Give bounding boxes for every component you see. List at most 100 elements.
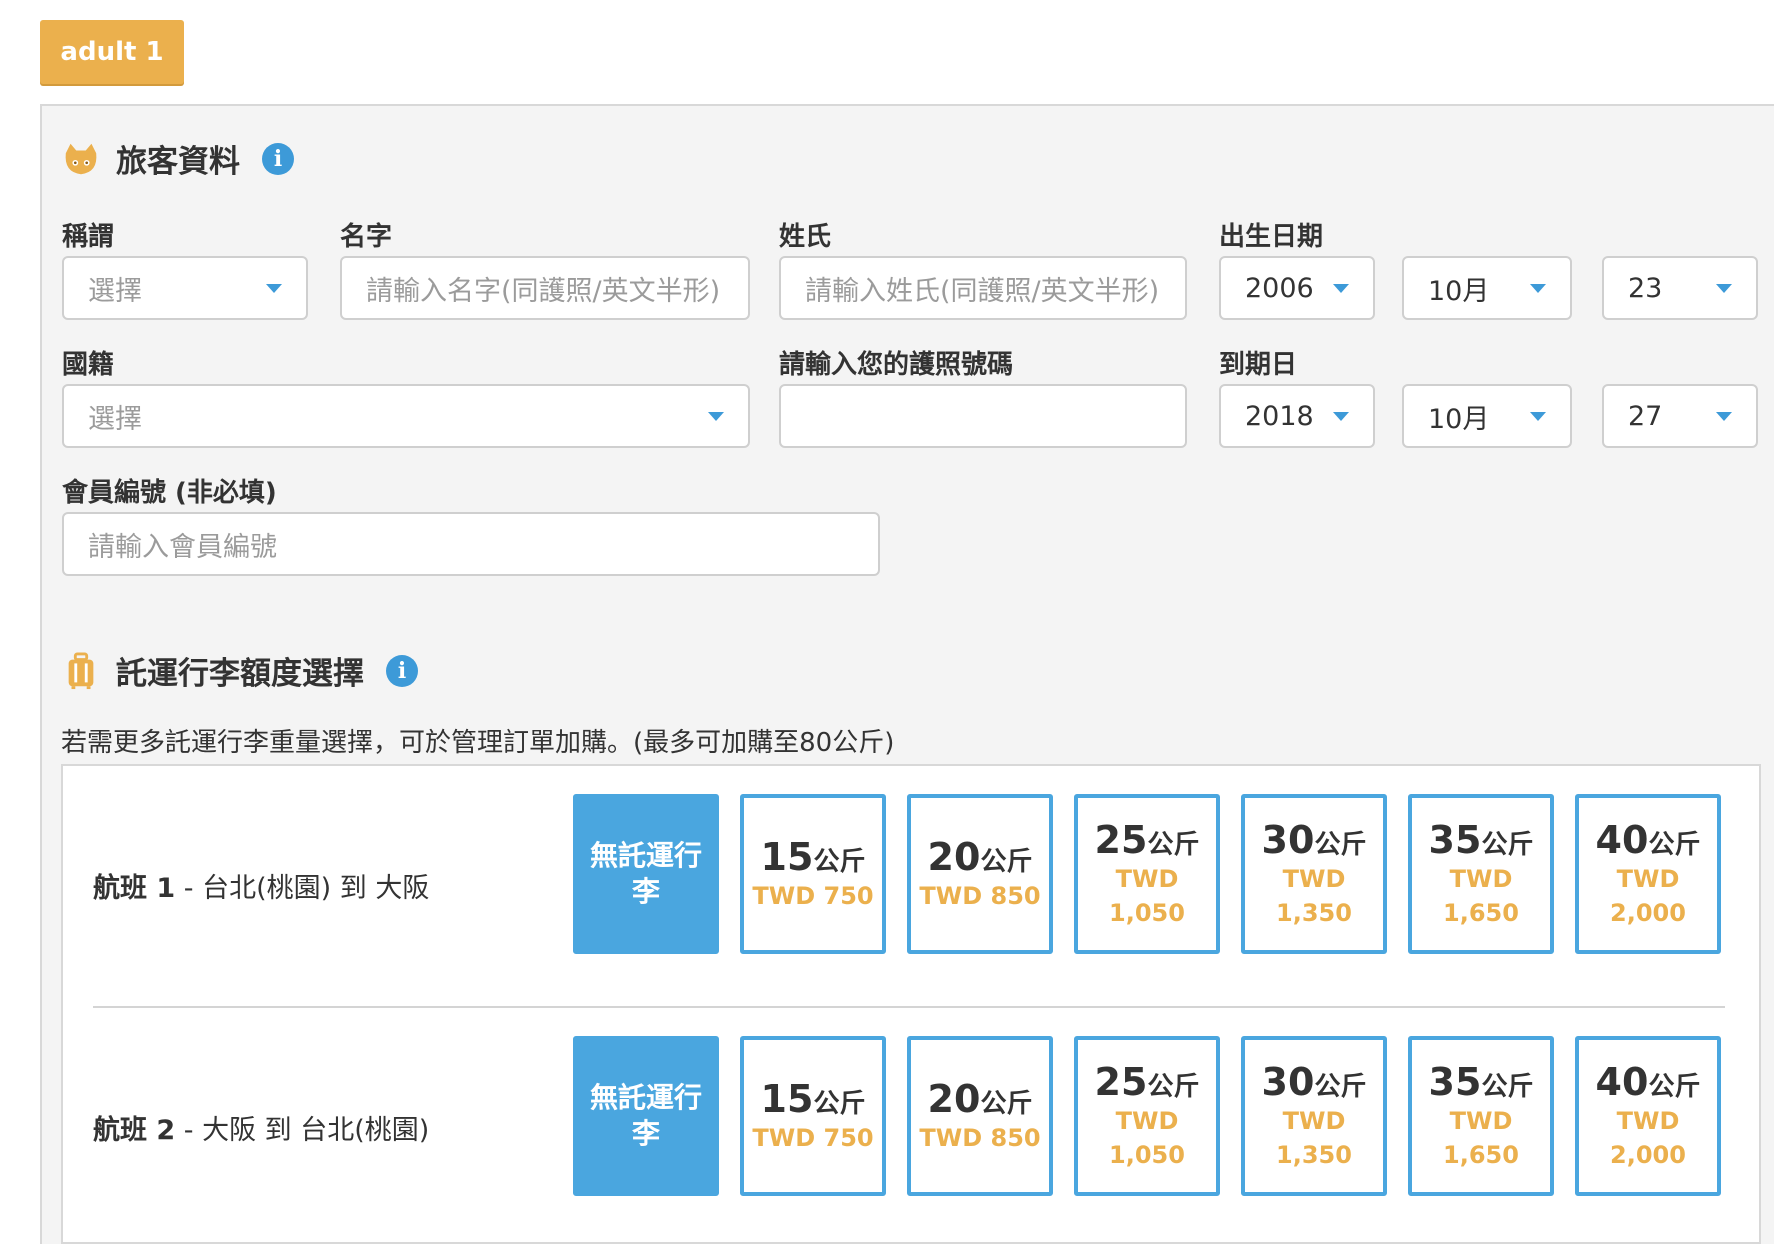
- baggage-weight-number: 25: [1094, 1060, 1148, 1104]
- baggage-weight-unit: 公斤: [1481, 830, 1534, 860]
- chevron-down-icon: [1716, 283, 1732, 293]
- baggage-option-30kg-flight-1[interactable]: 30公斤 TWD 1,350: [1241, 794, 1387, 954]
- member-number-input[interactable]: 請輸入會員編號: [62, 512, 880, 576]
- baggage-option-25kg-flight-1[interactable]: 25公斤 TWD 1,050: [1074, 794, 1220, 954]
- baggage-option-40kg-flight-2[interactable]: 40公斤 TWD 2,000: [1575, 1036, 1721, 1196]
- baggage-option-15kg-flight-1[interactable]: 15公斤 TWD 750: [740, 794, 886, 954]
- title-label: 稱謂: [62, 222, 115, 252]
- baggage-price: TWD: [1115, 865, 1179, 893]
- chevron-down-icon: [1530, 283, 1546, 293]
- passenger-info-heading: 旅客資料 i: [62, 136, 294, 181]
- baggage-price-amount: 1,050: [1109, 1141, 1185, 1169]
- baggage-weight: 35公斤: [1429, 1060, 1534, 1104]
- expiry-year-select[interactable]: 2018: [1219, 384, 1375, 448]
- baggage-price: TWD 750: [752, 882, 874, 910]
- baggage-price-amount: 1,650: [1443, 899, 1519, 927]
- title-select[interactable]: 選擇: [62, 256, 308, 320]
- baggage-weight-unit: 公斤: [980, 847, 1033, 877]
- passenger-tab-adult-1[interactable]: adult 1: [40, 20, 184, 84]
- baggage-options-box: 航班 1 - 台北(桃園) 到 大阪 航班 2 - 大阪 到 台北(桃園) 無託…: [61, 764, 1761, 1244]
- baggage-price-amount: 2,000: [1610, 1141, 1686, 1169]
- cat-mascot-icon: [65, 143, 97, 174]
- baggage-weight: 15公斤: [761, 835, 866, 879]
- nationality-label: 國籍: [62, 350, 115, 380]
- baggage-weight-number: 20: [927, 1077, 981, 1121]
- baggage-weight-number: 15: [760, 1077, 814, 1121]
- baggage-note: 若需更多託運行李重量選擇，可於管理訂單加購。(最多可加購至80公斤): [61, 728, 895, 758]
- baggage-weight-unit: 公斤: [813, 847, 866, 877]
- baggage-weight-unit: 公斤: [1481, 1072, 1534, 1102]
- flight-1-route: - 台北(桃園) 到 大阪: [175, 873, 430, 904]
- expiry-month-select[interactable]: 10月: [1402, 384, 1572, 448]
- chevron-down-icon: [1716, 411, 1732, 421]
- baggage-weight-unit: 公斤: [1147, 1072, 1200, 1102]
- baggage-price-amount: 1,050: [1109, 899, 1185, 927]
- baggage-weight: 15公斤: [761, 1077, 866, 1121]
- baggage-weight: 20公斤: [928, 835, 1033, 879]
- baggage-weight-number: 35: [1428, 1060, 1482, 1104]
- baggage-price: TWD 850: [919, 882, 1041, 910]
- baggage-weight-number: 35: [1428, 818, 1482, 862]
- no-baggage-option-flight-1[interactable]: 無託運行李: [573, 794, 719, 954]
- dob-year-select[interactable]: 2006: [1219, 256, 1375, 320]
- info-icon[interactable]: i: [386, 654, 418, 687]
- baggage-weight-unit: 公斤: [1648, 830, 1701, 860]
- baggage-option-15kg-flight-2[interactable]: 15公斤 TWD 750: [740, 1036, 886, 1196]
- baggage-weight-number: 30: [1261, 1060, 1315, 1104]
- member-label: 會員編號 (非必填): [62, 478, 277, 508]
- chevron-down-icon: [708, 411, 724, 421]
- chevron-down-icon: [266, 283, 282, 293]
- dob-day-select[interactable]: 23: [1602, 256, 1758, 320]
- flight-2-route: - 大阪 到 台北(桃園): [175, 1115, 430, 1146]
- baggage-price-amount: 2,000: [1610, 899, 1686, 927]
- baggage-weight: 40公斤: [1596, 1060, 1701, 1104]
- title-select-value: 選擇: [88, 275, 142, 307]
- baggage-weight: 40公斤: [1596, 818, 1701, 862]
- first-name-input[interactable]: 請輸入名字(同護照/英文半形): [340, 256, 750, 320]
- expiry-day-value: 27: [1628, 400, 1663, 432]
- baggage-price: TWD: [1616, 865, 1680, 893]
- baggage-option-30kg-flight-2[interactable]: 30公斤 TWD 1,350: [1241, 1036, 1387, 1196]
- baggage-price: TWD: [1115, 1107, 1179, 1135]
- baggage-weight: 20公斤: [928, 1077, 1033, 1121]
- baggage-price: TWD: [1616, 1107, 1680, 1135]
- nationality-select-value: 選擇: [88, 403, 142, 435]
- dob-month-select[interactable]: 10月: [1402, 256, 1572, 320]
- baggage-weight-unit: 公斤: [1314, 830, 1367, 860]
- last-name-label: 姓氏: [779, 222, 832, 252]
- baggage-price: TWD: [1282, 1107, 1346, 1135]
- baggage-option-25kg-flight-2[interactable]: 25公斤 TWD 1,050: [1074, 1036, 1220, 1196]
- baggage-option-20kg-flight-2[interactable]: 20公斤 TWD 850: [907, 1036, 1053, 1196]
- baggage-price: TWD 750: [752, 1124, 874, 1152]
- baggage-option-35kg-flight-1[interactable]: 35公斤 TWD 1,650: [1408, 794, 1554, 954]
- flight-1-label: 航班 1 - 台北(桃園) 到 大阪: [93, 866, 429, 905]
- baggage-weight-unit: 公斤: [1648, 1072, 1701, 1102]
- expiry-label: 到期日: [1219, 350, 1298, 380]
- expiry-day-select[interactable]: 27: [1602, 384, 1758, 448]
- baggage-option-20kg-flight-1[interactable]: 20公斤 TWD 850: [907, 794, 1053, 954]
- baggage-weight: 25公斤: [1095, 1060, 1200, 1104]
- dob-label: 出生日期: [1219, 222, 1324, 252]
- baggage-weight-unit: 公斤: [813, 1089, 866, 1119]
- baggage-option-35kg-flight-2[interactable]: 35公斤 TWD 1,650: [1408, 1036, 1554, 1196]
- passenger-info-title: 旅客資料: [116, 144, 240, 180]
- last-name-input[interactable]: 請輸入姓氏(同護照/英文半形): [779, 256, 1187, 320]
- flight-2-name: 航班 2: [93, 1115, 176, 1146]
- baggage-weight-number: 20: [927, 835, 981, 879]
- nationality-select[interactable]: 選擇: [62, 384, 750, 448]
- baggage-weight-number: 40: [1595, 818, 1649, 862]
- chevron-down-icon: [1333, 411, 1349, 421]
- baggage-option-40kg-flight-1[interactable]: 40公斤 TWD 2,000: [1575, 794, 1721, 954]
- baggage-weight: 30公斤: [1262, 818, 1367, 862]
- baggage-price: TWD: [1282, 865, 1346, 893]
- no-baggage-option-flight-2[interactable]: 無託運行李: [573, 1036, 719, 1196]
- dob-year-value: 2006: [1245, 272, 1314, 304]
- baggage-weight: 35公斤: [1429, 818, 1534, 862]
- passport-input[interactable]: [779, 384, 1187, 448]
- dob-month-value: 10月: [1428, 275, 1490, 307]
- baggage-weight: 25公斤: [1095, 818, 1200, 862]
- baggage-weight-number: 30: [1261, 818, 1315, 862]
- baggage-price-amount: 1,350: [1276, 1141, 1352, 1169]
- flight-2-label: 航班 2 - 大阪 到 台北(桃園): [93, 1108, 429, 1147]
- info-icon[interactable]: i: [262, 142, 294, 175]
